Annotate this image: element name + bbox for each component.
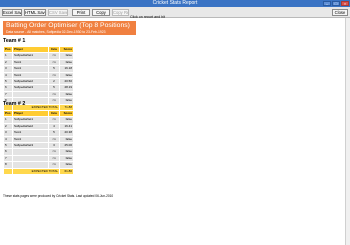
team-heading: Team # 2 xyxy=(3,101,26,107)
team-2-table: Pos Player Inns Score 1 SoftpediaNet1 <n fa… xyxy=(3,109,74,176)
window-titlebar: Cricket Stats Report – □ × xyxy=(0,0,350,7)
total-row: EXPECTED TOTAL 61.80 xyxy=(3,167,74,176)
window-close-icon[interactable]: × xyxy=(341,1,349,6)
minimize-icon[interactable]: – xyxy=(323,1,331,6)
toolbar: Excel Save HTML Save CSV Save Print Copy… xyxy=(0,7,350,23)
vertical-scrollbar[interactable] xyxy=(345,18,350,245)
window-title: Cricket Stats Report xyxy=(152,0,198,6)
copy-report-button[interactable]: Copy Report xyxy=(112,8,129,16)
team-heading: Team # 1 xyxy=(3,38,26,44)
window-controls: – □ × xyxy=(323,1,349,6)
report-title-box: Batting Order Optimiser (Top 8 Positions… xyxy=(3,21,136,35)
html-save-button[interactable]: HTML Save xyxy=(24,8,46,16)
total-value: 61.80 xyxy=(59,167,74,176)
print-button[interactable]: Print xyxy=(72,8,90,16)
close-button[interactable]: Close xyxy=(332,8,348,16)
excel-save-button[interactable]: Excel Save xyxy=(2,8,22,16)
report-footer: These stats pages were produced by Crick… xyxy=(3,194,114,198)
csv-save-button[interactable]: CSV Save xyxy=(48,8,68,16)
report-subtitle: Data source - All matches, Softpedia 02-… xyxy=(6,30,106,34)
maximize-icon[interactable]: □ xyxy=(332,1,340,6)
report-title: Batting Order Optimiser (Top 8 Positions… xyxy=(6,22,130,29)
total-label: EXPECTED TOTAL xyxy=(12,167,60,176)
copy-button[interactable]: Copy xyxy=(92,8,110,16)
total-spacer xyxy=(3,167,13,176)
